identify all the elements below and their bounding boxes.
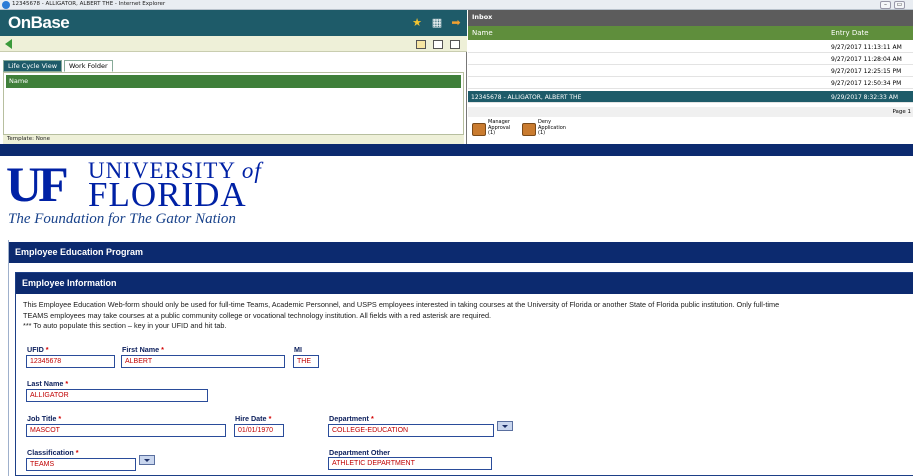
last-name-input[interactable]: ALLIGATOR — [26, 389, 208, 402]
name-column-header[interactable]: Name — [472, 29, 493, 37]
inbox-row[interactable]: 9/27/2017 12:50:34 PM — [468, 77, 913, 89]
minimize-button[interactable]: – — [880, 1, 891, 9]
inbox-row-date: 9/27/2017 12:50:34 PM — [831, 80, 902, 87]
back-arrow-icon[interactable] — [5, 39, 12, 49]
inbox-row-selected[interactable]: 12345678 - ALLIGATOR, ALBERT THE 9/29/20… — [468, 91, 913, 103]
hire-date-label: Hire Date * — [235, 414, 272, 423]
first-name-label: First Name * — [122, 345, 164, 354]
inbox-row-name: 12345678 - ALLIGATOR, ALBERT THE — [471, 94, 582, 101]
inbox-row[interactable]: 9/27/2017 12:25:15 PM — [468, 65, 913, 77]
task-label: Manager Approval (1) — [488, 119, 511, 136]
calculator-icon[interactable]: ▦ — [431, 17, 443, 29]
add-folder-icon[interactable] — [416, 40, 426, 49]
inbox-pane: Inbox Name Entry Date 9/27/2017 11:13:11… — [468, 10, 913, 144]
inbox-row-date: 9/27/2017 11:28:04 AM — [831, 56, 902, 63]
inbox-row-date: 9/27/2017 11:13:11 AM — [831, 44, 902, 51]
tab-life-cycle-view[interactable]: Life Cycle View — [3, 60, 63, 72]
arrow-right-icon[interactable]: ➡ — [450, 17, 462, 29]
onbase-left-pane: OnBase ★ ▦ ➡ Life Cycle View Work Folder… — [0, 10, 467, 144]
classification-select[interactable]: TEAMS — [26, 458, 136, 471]
department-other-input[interactable]: ATHLETIC DEPARTMENT — [328, 457, 492, 470]
restore-button[interactable]: ▭ — [894, 1, 905, 9]
uf-tagline: The Foundation for The Gator Nation — [8, 211, 236, 227]
template-status: Template: None — [3, 135, 464, 144]
department-other-label: Department Other — [329, 448, 391, 457]
window-title-bar: 12345678 - ALLIGATOR, ALBERT THE - Inter… — [0, 0, 913, 10]
task-icon — [522, 123, 536, 136]
job-title-input[interactable]: MASCOT — [26, 424, 226, 437]
mi-label: MI — [294, 345, 302, 354]
onbase-header: OnBase ★ ▦ ➡ — [0, 10, 467, 36]
employee-education-form: Employee Education Program Employee Info… — [8, 240, 913, 476]
page-number[interactable]: Page 1 — [892, 109, 911, 115]
entry-date-column-header[interactable]: Entry Date — [831, 29, 869, 37]
onbase-logo: OnBase — [8, 13, 70, 32]
form-description: This Employee Education Web-form should … — [23, 300, 780, 330]
ie-icon — [2, 1, 10, 9]
viewer-divider — [0, 144, 913, 156]
uf-logo-mark: UF — [6, 156, 69, 212]
section-title: Employee Information — [16, 273, 913, 294]
hire-date-input[interactable]: 01/01/1970 — [234, 424, 284, 437]
star-icon[interactable]: ★ — [411, 17, 423, 29]
ufid-input[interactable]: 12345678 — [26, 355, 115, 368]
uf-header: UF UNIVERSITY of FLORIDA The Foundation … — [0, 156, 913, 236]
window-title: 12345678 - ALLIGATOR, ALBERT THE - Inter… — [12, 1, 166, 7]
job-title-label: Job Title * — [27, 414, 62, 423]
inbox-row-date: 9/29/2017 8:32:33 AM — [831, 94, 898, 101]
folder-name-column-header[interactable]: Name — [6, 75, 461, 88]
uf-logo-florida: FLORIDA — [88, 175, 247, 214]
inbox-title: Inbox — [468, 10, 913, 26]
last-name-label: Last Name * — [27, 379, 69, 388]
first-name-input[interactable]: ALBERT — [121, 355, 285, 368]
mi-input[interactable]: THE — [293, 355, 319, 368]
task-icon — [472, 123, 486, 136]
split-view-icon[interactable] — [433, 40, 443, 49]
department-select[interactable]: COLLEGE-EDUCATION — [328, 424, 494, 437]
window-icon[interactable] — [450, 40, 460, 49]
inbox-row-date: 9/27/2017 12:25:15 PM — [831, 68, 902, 75]
classification-label: Classification * — [27, 448, 79, 457]
department-label: Department * — [329, 414, 374, 423]
task-label: Deny Application (1) — [538, 119, 566, 136]
department-dropdown-arrow-icon[interactable] — [497, 421, 513, 431]
program-title: Employee Education Program — [9, 242, 913, 263]
ufid-label: UFID * — [27, 345, 49, 354]
classification-dropdown-arrow-icon[interactable] — [139, 455, 155, 465]
inbox-row[interactable]: 9/27/2017 11:28:04 AM — [468, 53, 913, 65]
pagination: Page 1 — [468, 107, 913, 117]
navigation-toolbar — [0, 36, 467, 52]
employee-information-section: Employee Information This Employee Educa… — [15, 272, 913, 476]
tab-work-folder[interactable]: Work Folder — [64, 60, 113, 72]
inbox-row[interactable]: 9/27/2017 11:13:11 AM — [468, 41, 913, 53]
inbox-column-headers: Name Entry Date — [468, 26, 913, 40]
work-folder-panel: Name — [3, 72, 464, 135]
